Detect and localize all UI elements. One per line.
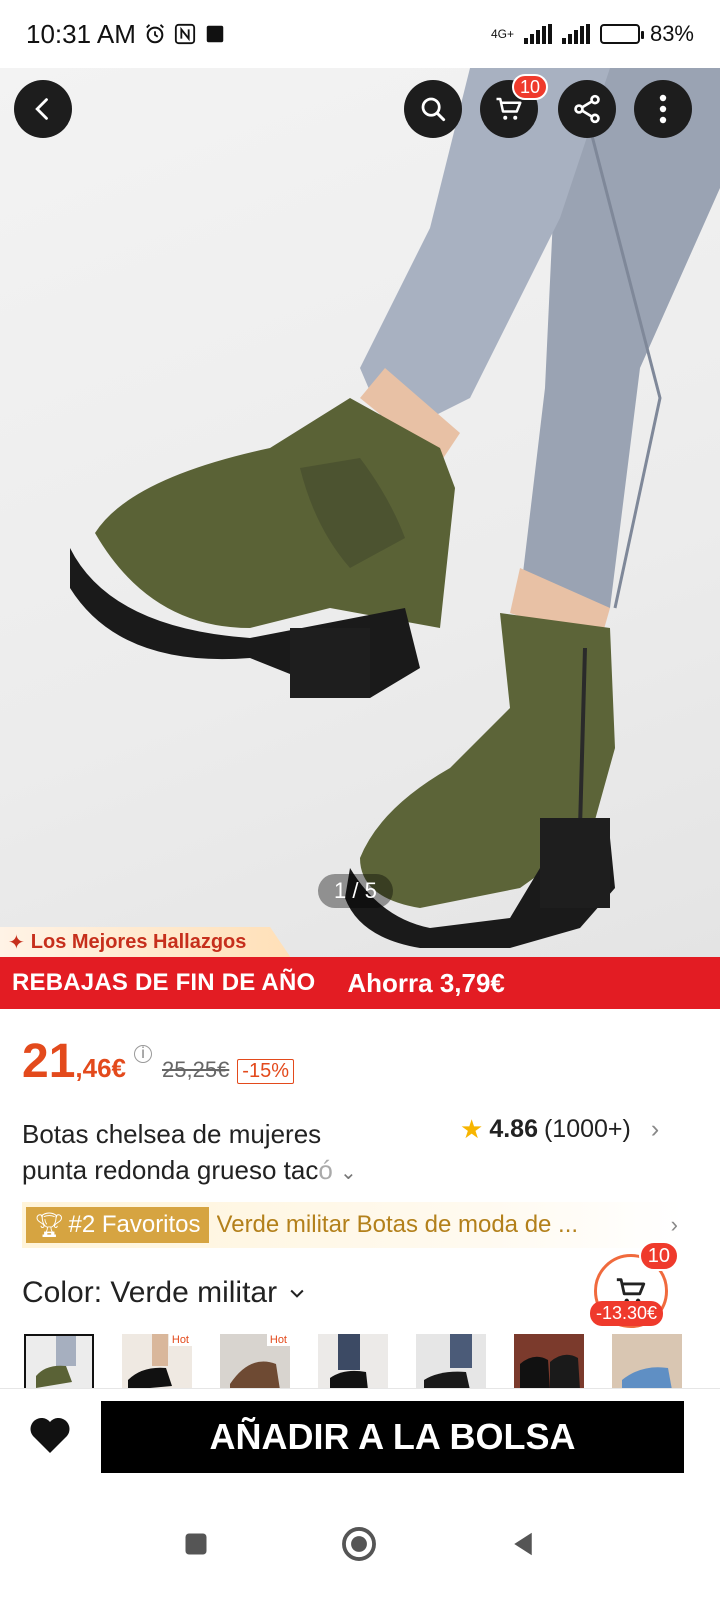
savings-label: Ahorra 3,79€ [347, 967, 505, 998]
status-time: 10:31 AM [26, 18, 136, 49]
price-decimal: ,46€ [75, 1053, 126, 1083]
color-thumbnail[interactable] [318, 1334, 388, 1390]
color-thumbnail[interactable]: Hot [220, 1334, 290, 1390]
product-photo [70, 68, 720, 948]
color-thumbnails: Hot Hot [24, 1334, 682, 1390]
battery-level: 83% [649, 21, 694, 46]
best-finds-label: ✦ Los Mejores Hallazgos [0, 927, 291, 957]
ranking-row[interactable]: 🏆︎ #2 Favoritos Verde militar Botas de m… [22, 1202, 682, 1248]
ranking-badge: 🏆︎ #2 Favoritos [26, 1207, 209, 1243]
system-nav-bar [0, 1488, 720, 1600]
product-title-line1: Botas chelsea de mujeres [22, 1119, 322, 1149]
info-icon[interactable]: i [134, 1044, 152, 1063]
network-type: 4G+ [490, 27, 514, 41]
bottom-action-bar: AÑADIR A LA BOLSA [0, 1388, 720, 1488]
chevron-down-icon[interactable]: ⌄ [340, 1162, 357, 1184]
color-thumbnail[interactable] [612, 1334, 682, 1390]
back-nav-icon[interactable] [508, 1529, 538, 1559]
ranking-text: Verde militar Botas de moda de ... [216, 1211, 579, 1238]
chevron-left-icon [35, 98, 48, 120]
thumbnail-image [416, 1334, 486, 1390]
cart-count-badge: 10 [511, 74, 548, 100]
price-row: 21 ,46€ i 25,25€ -15% [22, 1034, 294, 1089]
floating-cart-discount: -13.30€ [590, 1301, 664, 1326]
cart-button[interactable]: 10 [480, 74, 548, 138]
thumbnail-image [514, 1334, 584, 1390]
nfc-icon [174, 23, 195, 45]
sparkle-icon: ✦ [8, 931, 25, 954]
sale-label: REBAJAS DE FIN DE AÑO [12, 969, 316, 996]
recents-icon[interactable] [182, 1530, 210, 1558]
product-image-gallery[interactable]: 10 1 / 5 [0, 68, 720, 968]
chevron-right-icon: › [650, 1115, 660, 1143]
color-thumbnail[interactable] [416, 1334, 486, 1390]
price-integer: 21 [22, 1035, 76, 1088]
ranking-badge-text: #2 Favoritos [68, 1211, 201, 1238]
share-icon [574, 94, 600, 124]
star-icon: ★ [460, 1114, 484, 1144]
notification-square-icon [206, 25, 224, 43]
hot-label: Hot [266, 1334, 290, 1346]
thumbnail-image [26, 1336, 92, 1388]
more-options-button[interactable] [634, 80, 692, 138]
product-title[interactable]: Botas chelsea de mujeres punta redonda g… [22, 1116, 442, 1191]
alarm-icon [145, 24, 164, 44]
heart-icon[interactable] [26, 1411, 74, 1459]
home-icon[interactable] [340, 1525, 378, 1563]
trophy-icon: 🏆︎ [34, 1211, 65, 1239]
search-icon [421, 97, 446, 122]
rating-value: 4.86 [489, 1115, 538, 1143]
back-button[interactable] [14, 80, 72, 138]
product-title-fade: ó [318, 1155, 333, 1185]
thumbnail-image [612, 1334, 682, 1390]
search-button[interactable] [404, 80, 462, 138]
color-thumbnail[interactable]: Hot [122, 1334, 192, 1390]
chevron-down-icon [290, 1289, 304, 1298]
color-selector[interactable]: Color: Verde militar [22, 1276, 307, 1310]
gallery-page-indicator: 1 / 5 [318, 874, 393, 908]
share-button[interactable] [558, 80, 616, 138]
product-title-line2: punta redonda grueso tac [22, 1155, 319, 1185]
rating-summary[interactable]: ★ 4.86 (1000+) › [460, 1114, 659, 1145]
original-price: 25,25€ [162, 1057, 230, 1082]
rating-count: (1000+) [543, 1115, 631, 1143]
chevron-right-icon: › [670, 1212, 678, 1237]
more-vertical-icon [659, 94, 667, 124]
color-thumbnail[interactable] [24, 1334, 94, 1390]
color-label: Color: Verde militar [22, 1276, 278, 1309]
status-bar: 10:31 AM 4G+ 83% [0, 0, 720, 68]
signal-icon [523, 24, 552, 44]
best-finds-text: Los Mejores Hallazgos [30, 930, 247, 953]
signal-icon-2 [561, 24, 590, 44]
battery-icon [599, 24, 644, 44]
floating-cart-count: 10 [638, 1241, 679, 1271]
thumbnail-image [318, 1334, 388, 1390]
hot-label: Hot [168, 1334, 192, 1346]
discount-badge: -15% [237, 1059, 294, 1084]
promo-banner[interactable]: REBAJAS DE FIN DE AÑO Ahorra 3,79€ [0, 957, 720, 1009]
add-to-bag-button[interactable]: AÑADIR A LA BOLSA [101, 1401, 684, 1473]
color-thumbnail[interactable] [514, 1334, 584, 1390]
